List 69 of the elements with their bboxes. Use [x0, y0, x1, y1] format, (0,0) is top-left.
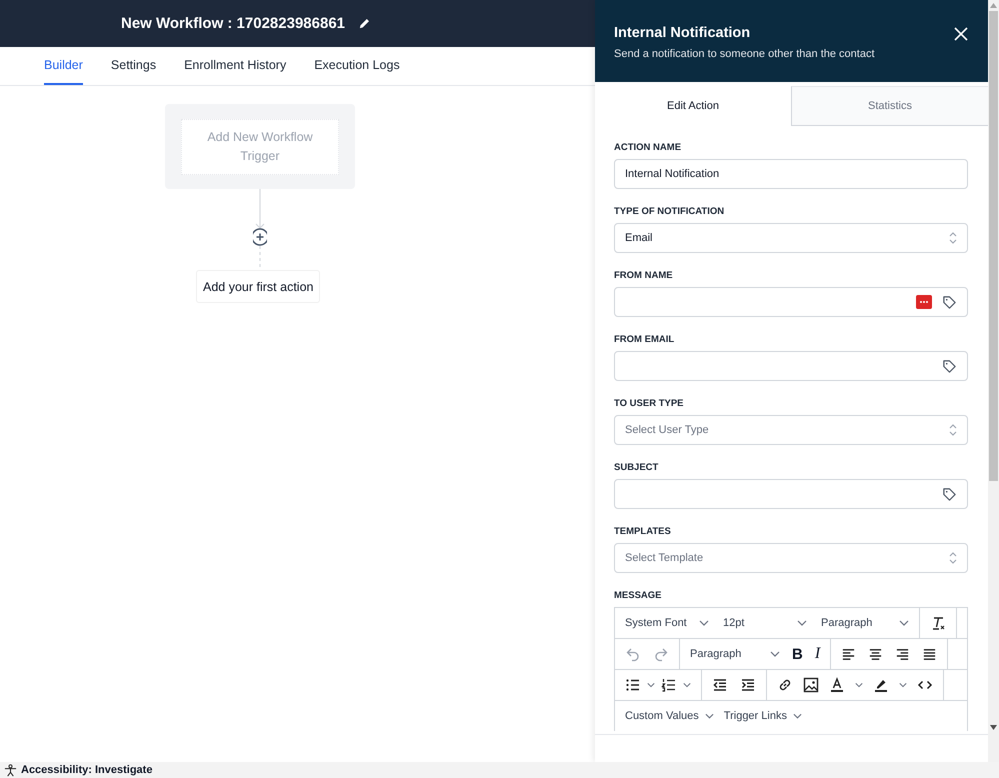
status-text: Accessibility: Investigate	[21, 764, 152, 776]
tag-icon[interactable]	[942, 294, 957, 310]
justify-icon[interactable]	[922, 646, 938, 662]
field-label: SUBJECT	[614, 462, 660, 473]
pencil-icon[interactable]	[359, 18, 370, 29]
dropdown[interactable]: Paragraph	[821, 617, 909, 629]
align-right-icon[interactable]	[895, 646, 910, 662]
image-icon[interactable]	[803, 677, 819, 693]
add-action-button[interactable]: Add your first action	[196, 270, 320, 303]
tab[interactable]: Execution Logs	[314, 47, 400, 85]
field-label: TO USER TYPE	[614, 398, 685, 409]
chevron-down-icon	[683, 682, 691, 688]
field-label: TYPE OF NOTIFICATION	[614, 206, 726, 217]
dropdown[interactable]: 12pt	[723, 617, 807, 629]
dropdown[interactable]: Custom Values	[625, 710, 714, 722]
dropdown[interactable]: Trigger Links	[724, 710, 802, 722]
dropdown[interactable]: System Font	[625, 617, 709, 629]
panel-subtitle: Send a notification to someone other than the contact	[614, 48, 875, 60]
italic-button[interactable]: I	[814, 645, 820, 663]
panel-title: Internal Notification	[614, 25, 752, 41]
add-step-icon[interactable]	[253, 228, 267, 246]
outdent-icon[interactable]	[712, 677, 728, 693]
highlighter-icon[interactable]	[873, 677, 889, 693]
chevron-down-icon	[647, 682, 655, 688]
field-label: TEMPLATES	[614, 526, 672, 537]
select-field[interactable]: Select Template	[614, 543, 968, 573]
field-label: FROM EMAIL	[614, 334, 676, 345]
clear-format-icon[interactable]	[930, 615, 946, 631]
select-field[interactable]: Email	[614, 223, 968, 253]
indent-icon[interactable]	[740, 677, 756, 693]
chevron-down-icon	[797, 620, 807, 626]
chevron-down-icon	[770, 651, 780, 657]
numbered-list-icon[interactable]	[661, 677, 677, 693]
chevron-down-icon	[704, 713, 714, 719]
sort-icon	[949, 552, 957, 564]
bulleted-list-icon[interactable]	[625, 677, 641, 693]
text-color-icon[interactable]	[829, 677, 845, 693]
chevron-down-icon	[899, 620, 909, 626]
chevron-down-icon	[899, 682, 907, 688]
tab[interactable]: Statistics	[791, 86, 988, 126]
tag-icon[interactable]	[942, 486, 957, 502]
field-label: MESSAGE	[614, 590, 663, 601]
align-left-icon[interactable]	[841, 646, 856, 662]
select-field[interactable]: Select User Type	[614, 415, 968, 445]
tab[interactable]: Settings	[110, 47, 156, 85]
chevron-down-icon	[699, 620, 709, 626]
accessibility-icon[interactable]	[4, 764, 17, 776]
align-center-icon[interactable]	[868, 646, 884, 662]
more-icon[interactable]	[916, 295, 932, 309]
chevron-down-icon	[855, 682, 863, 688]
field-label: ACTION NAME	[614, 142, 682, 153]
text-field[interactable]	[614, 351, 968, 381]
scroll-down-icon[interactable]	[990, 725, 997, 730]
connector-arrow	[256, 189, 264, 229]
sort-icon	[949, 424, 957, 436]
sort-icon	[949, 232, 957, 244]
link-icon[interactable]	[777, 677, 793, 693]
tab[interactable]: Builder	[44, 47, 83, 85]
tag-icon[interactable]	[942, 358, 957, 374]
workflow-title: New Workflow : 1702823986861	[121, 15, 346, 32]
close-icon[interactable]	[954, 27, 968, 41]
chevron-down-icon	[792, 713, 802, 719]
tab[interactable]: Enrollment History	[184, 47, 286, 85]
bold-button[interactable]: B	[792, 646, 803, 662]
text-field[interactable]	[614, 479, 968, 509]
text-field[interactable]: Internal Notification	[614, 159, 968, 189]
dropdown[interactable]: Paragraph	[690, 648, 780, 660]
field-label: FROM NAME	[614, 270, 674, 281]
text-field[interactable]	[614, 287, 968, 317]
